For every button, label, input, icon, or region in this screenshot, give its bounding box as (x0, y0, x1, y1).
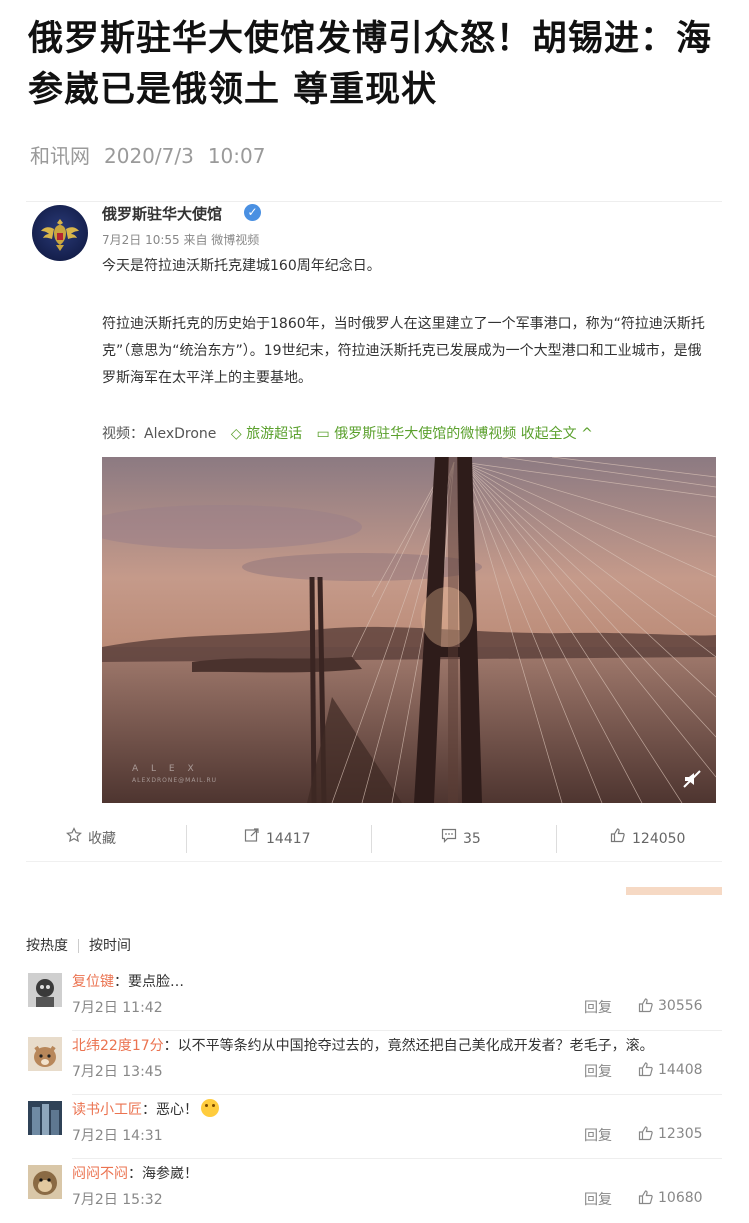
commenter-avatar[interactable] (28, 1165, 62, 1199)
comment-time: 7月2日 13:45 (72, 1064, 163, 1080)
comment-item: 闷闷不闷：海参崴！ 7月2日 15:32 回复 10680 (26, 1159, 722, 1223)
post-date-line: 7月2日 10:55 来自 微博视频 (102, 233, 260, 247)
video-watermark: A L E X ALEXDRONE@MAIL.RU (132, 763, 217, 787)
divider (186, 825, 187, 853)
watermark-email: ALEXDRONE@MAIL.RU (132, 777, 218, 784)
commenter-name[interactable]: 复位键 (72, 974, 114, 990)
bridge-video-frame (102, 457, 716, 803)
article-source[interactable]: 和讯网 (30, 144, 90, 168)
commenter-avatar[interactable] (28, 1101, 62, 1135)
comment-item: 读书小工匠：恶心！ 7月2日 14:31 回复 12305 (26, 1095, 722, 1159)
collapse-link[interactable]: 收起全文 (521, 426, 577, 442)
comment-like-count: 12305 (658, 1126, 703, 1142)
chevron-up-icon[interactable]: ^ (581, 426, 593, 442)
comment-sort-tabs: 按热度 按时间 (26, 935, 131, 955)
reply-button[interactable]: 回复 (584, 997, 612, 1017)
article-meta: 和讯网 2020/7/3 10:07 (30, 140, 279, 169)
comment-like-button[interactable]: 10680 (638, 1189, 703, 1206)
commenter-name[interactable]: 读书小工匠 (72, 1102, 142, 1118)
sort-by-time-tab[interactable]: 按时间 (89, 938, 131, 954)
video-label: 视频：AlexDrone (102, 426, 217, 442)
comment-like-count: 14408 (658, 1062, 703, 1078)
star-icon (66, 817, 82, 861)
thumbs-up-icon (638, 1126, 653, 1141)
like-count: 124050 (632, 831, 686, 847)
thumbs-up-icon (638, 998, 653, 1013)
post-paragraph-2: 符拉迪沃斯托克的历史始于1860年，当时俄罗人在这里建立了一个军事港口，称为“符… (102, 316, 705, 386)
comment-text: 复位键：要点脸… (72, 971, 184, 991)
comment-content: ：要点脸… (114, 974, 184, 990)
reply-button[interactable]: 回复 (584, 1189, 612, 1209)
article-date: 2020/7/3 (104, 144, 194, 168)
comment-content: ：以不平等条约从中国抢夺过去的，竟然还把自己美化成开发者？老毛子，滚。 (163, 1038, 654, 1054)
eagle-emblem-icon (41, 219, 79, 251)
grimace-emoji-icon (201, 1099, 219, 1117)
comment-text: 北纬22度17分：以不平等条约从中国抢夺过去的，竟然还把自己美化成开发者？老毛子… (72, 1035, 654, 1055)
mute-icon[interactable] (682, 769, 702, 789)
forward-button[interactable]: 14417 (244, 817, 311, 861)
commenter-avatar[interactable] (28, 973, 62, 1007)
commenter-name[interactable]: 北纬22度17分 (72, 1038, 164, 1054)
comment-icon (441, 817, 457, 861)
decorative-bar (626, 887, 722, 895)
verified-badge-icon: ✓ (244, 204, 261, 221)
thumbs-up-icon (638, 1062, 653, 1077)
thumbs-up-icon (610, 817, 626, 861)
comment-like-button[interactable]: 14408 (638, 1061, 703, 1078)
commenter-name[interactable]: 闷闷不闷 (72, 1166, 128, 1182)
article-time: 10:07 (207, 144, 266, 168)
comment-time: 7月2日 11:42 (72, 1000, 163, 1016)
comment-time: 7月2日 15:32 (72, 1192, 163, 1208)
post-action-bar: 收藏 14417 35 124050 (26, 817, 722, 862)
comment-like-button[interactable]: 30556 (638, 997, 703, 1014)
forward-icon (244, 817, 260, 861)
forward-count: 14417 (266, 831, 311, 847)
video-source-icon: ▭ (316, 426, 330, 442)
comment-text: 读书小工匠：恶心！ (72, 1099, 219, 1119)
watermark-text: A L E X (132, 764, 199, 774)
article-title: 俄罗斯驻华大使馆发博引众怒！胡锡进：海参崴已是俄领土 尊重现状 (28, 19, 713, 110)
comment-text: 闷闷不闷：海参崴！ (72, 1163, 198, 1183)
comment-count: 35 (463, 831, 481, 847)
sort-by-hot-tab[interactable]: 按热度 (26, 938, 68, 954)
comment-like-count: 30556 (658, 998, 703, 1014)
comment-item: 复位键：要点脸… 7月2日 11:42 回复 30556 (26, 967, 722, 1031)
divider (78, 939, 79, 953)
weibo-screenshot: 俄罗斯驻华大使馆 ✓ 7月2日 10:55 来自 微博视频 今天是符拉迪沃斯托克… (26, 195, 722, 1208)
post-paragraph-1: 今天是符拉迪沃斯托克建城160周年纪念日。 (102, 258, 381, 274)
poster-name[interactable]: 俄罗斯驻华大使馆 (102, 203, 222, 224)
divider (371, 825, 372, 853)
embassy-avatar[interactable] (32, 205, 88, 261)
thumbs-up-icon (638, 1190, 653, 1205)
comment-content: ：恶心！ (142, 1102, 198, 1118)
divider (556, 825, 557, 853)
comment-item: 北纬22度17分：以不平等条约从中国抢夺过去的，竟然还把自己美化成开发者？老毛子… (26, 1031, 722, 1095)
comment-like-button[interactable]: 12305 (638, 1125, 703, 1142)
comment-content: ：海参崴！ (128, 1166, 198, 1182)
favorite-button[interactable]: 收藏 (66, 817, 116, 861)
comment-time: 7月2日 14:31 (72, 1128, 163, 1144)
reply-button[interactable]: 回复 (584, 1061, 612, 1081)
video-source-link[interactable]: 俄罗斯驻华大使馆的微博视频 (334, 426, 516, 442)
video-player[interactable]: A L E X ALEXDRONE@MAIL.RU (102, 457, 716, 803)
reply-button[interactable]: 回复 (584, 1125, 612, 1145)
divider (26, 201, 722, 202)
comment-button[interactable]: 35 (441, 817, 481, 861)
like-button[interactable]: 124050 (610, 817, 685, 861)
video-info-row: 视频：AlexDrone ◇ 旅游超话 ▭ 俄罗斯驻华大使馆的微博视频 收起全文… (102, 423, 722, 443)
commenter-avatar[interactable] (28, 1037, 62, 1071)
topic-diamond-icon: ◇ (230, 426, 242, 442)
topic-link[interactable]: 旅游超话 (246, 426, 302, 442)
comment-like-count: 10680 (658, 1190, 703, 1206)
favorite-label: 收藏 (88, 831, 116, 847)
